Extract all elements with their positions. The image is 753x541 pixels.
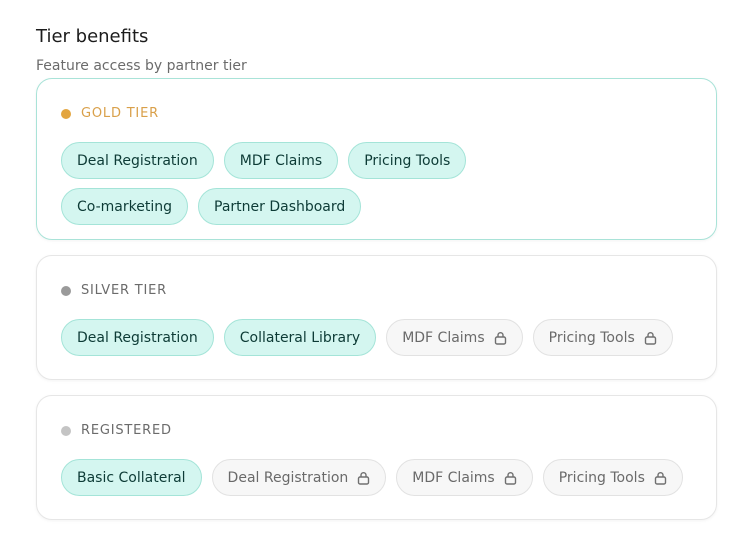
feature-label: Collateral Library (239, 329, 361, 346)
feature-label: Pricing Tools (558, 469, 645, 486)
feature-chip-mdf-claims-locked[interactable]: MDF Claims (396, 459, 533, 496)
tier-header: SILVER TIER (61, 283, 692, 299)
feature-label: Deal Registration (77, 152, 198, 169)
page-title: Tier benefits (36, 26, 149, 47)
feature-label: Deal Registration (227, 469, 349, 486)
feature-label: MDF Claims (412, 469, 495, 486)
tier-name: GOLD TIER (81, 106, 159, 121)
lock-icon (494, 331, 507, 345)
tier-header: REGISTERED (61, 423, 692, 439)
feature-chip-pricing-tools-locked[interactable]: Pricing Tools (532, 319, 673, 356)
tier-card-gold: GOLD TIER Deal Registration MDF Claims P… (36, 78, 717, 240)
tier-card-registered: REGISTERED Basic Collateral Deal Registr… (36, 395, 717, 520)
lock-icon (504, 471, 517, 485)
feature-label: Basic Collateral (77, 469, 186, 486)
feature-chip-mdf-claims[interactable]: MDF Claims (223, 142, 339, 179)
feature-label: Partner Dashboard (214, 198, 346, 215)
feature-chip-pricing-tools[interactable]: Pricing Tools (348, 142, 467, 179)
silver-dot-icon (61, 286, 71, 296)
feature-list: Basic Collateral Deal Registration MDF C… (61, 459, 701, 496)
feature-chip-deal-registration[interactable]: Deal Registration (61, 142, 214, 179)
feature-list: Deal Registration MDF Claims Pricing Too… (61, 142, 601, 225)
feature-chip-deal-registration[interactable]: Deal Registration (61, 319, 214, 356)
feature-chip-collateral-library[interactable]: Collateral Library (223, 319, 377, 356)
page-subtitle: Feature access by partner tier (36, 58, 247, 74)
lock-icon (357, 471, 370, 485)
feature-label: Pricing Tools (548, 329, 635, 346)
feature-chip-deal-registration-locked[interactable]: Deal Registration (211, 459, 387, 496)
tier-header: GOLD TIER (61, 106, 692, 122)
feature-list: Deal Registration Collateral Library MDF… (61, 319, 701, 356)
feature-chip-pricing-tools-locked[interactable]: Pricing Tools (542, 459, 683, 496)
tier-name: REGISTERED (81, 423, 172, 438)
feature-label: Deal Registration (77, 329, 198, 346)
registered-dot-icon (61, 426, 71, 436)
feature-label: MDF Claims (239, 152, 323, 169)
feature-label: Co-marketing (77, 198, 172, 215)
feature-label: MDF Claims (402, 329, 485, 346)
feature-chip-partner-dashboard[interactable]: Partner Dashboard (198, 188, 362, 225)
lock-icon (654, 471, 667, 485)
lock-icon (644, 331, 657, 345)
tier-card-silver: SILVER TIER Deal Registration Collateral… (36, 255, 717, 380)
gold-dot-icon (61, 109, 71, 119)
feature-chip-co-marketing[interactable]: Co-marketing (61, 188, 188, 225)
tier-benefits-panel: Tier benefits Feature access by partner … (0, 0, 753, 75)
tier-name: SILVER TIER (81, 283, 167, 298)
feature-chip-mdf-claims-locked[interactable]: MDF Claims (386, 319, 523, 356)
feature-label: Pricing Tools (364, 152, 451, 169)
feature-chip-basic-collateral[interactable]: Basic Collateral (61, 459, 202, 496)
